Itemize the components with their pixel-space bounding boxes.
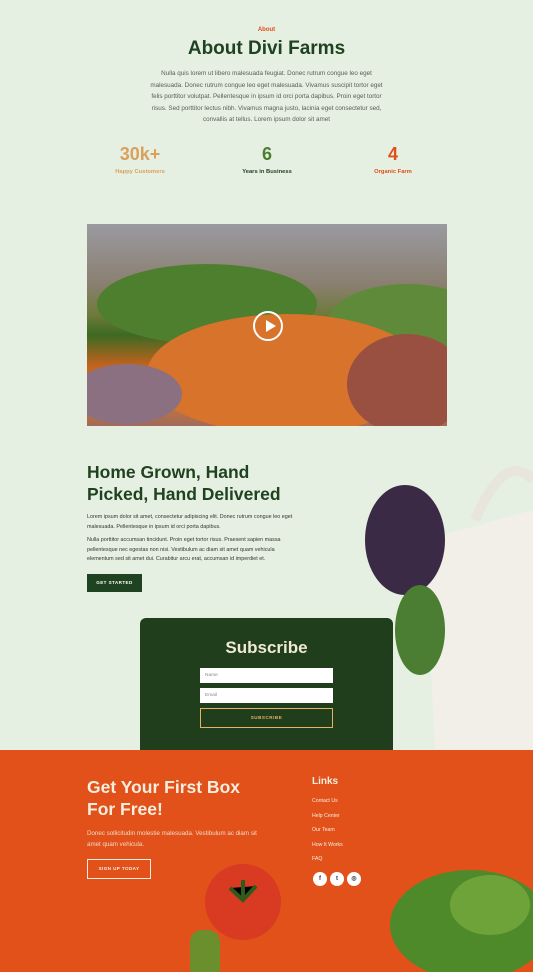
play-button-icon[interactable] — [253, 311, 283, 341]
link-how-it-works[interactable]: How It Works — [312, 842, 343, 848]
stat-years: 6 Years in Business — [212, 143, 322, 175]
lettuce-image — [390, 870, 533, 972]
sign-up-button[interactable]: SIGN UP TODAY — [87, 859, 151, 879]
page-title: About Divi Farms — [187, 38, 346, 59]
subscribe-box: Subscribe Name Email SUBSCRIBE — [140, 618, 393, 750]
home-grown-text-2: Nulla porttitor accumsan tincidunt. Proi… — [87, 537, 281, 562]
about-eyebrow: About — [257, 27, 276, 33]
footer: Get Your First Box For Free! Donec solli… — [0, 750, 533, 972]
stat-label: Years in Business — [242, 169, 292, 175]
stat-value: 6 — [261, 144, 272, 164]
link-help-center[interactable]: Help Center — [312, 813, 340, 819]
stat-organic-farm: 4 Organic Farm — [338, 143, 448, 175]
stat-value: 4 — [387, 144, 398, 164]
link-our-team[interactable]: Our Team — [312, 827, 335, 833]
home-grown-text-1: Lorem ipsum dolor sit amet, consectetur … — [87, 514, 293, 530]
subscribe-title: Subscribe — [225, 638, 308, 657]
email-field[interactable]: Email — [200, 688, 333, 703]
about-intro: Nulla quis lorem ut libero malesuada feu… — [150, 70, 383, 123]
home-grown-heading: Home Grown, Hand Picked, Hand Delivered — [87, 462, 281, 504]
stat-label: Organic Farm — [374, 169, 412, 175]
links-heading: Links — [312, 776, 339, 787]
subscribe-button[interactable]: SUBSCRIBE — [200, 708, 333, 728]
facebook-icon[interactable]: f — [313, 872, 327, 886]
stat-label: Happy Customers — [115, 169, 165, 175]
footer-text: Donec sollicitudin molestie malesuada. V… — [87, 830, 257, 848]
instagram-icon[interactable]: ◎ — [347, 872, 361, 886]
link-contact-us[interactable]: Contact Us — [312, 798, 338, 804]
link-faq[interactable]: FAQ — [312, 856, 322, 862]
name-field[interactable]: Name — [200, 668, 333, 683]
stat-happy-customers: 30k+ Happy Customers — [85, 143, 195, 175]
twitter-icon[interactable]: t — [330, 872, 344, 886]
get-started-button[interactable]: GET STARTED — [87, 574, 142, 592]
tomato-image — [190, 864, 281, 972]
stat-value: 30k+ — [119, 144, 161, 164]
footer-title: Get Your First Box For Free! — [87, 777, 240, 819]
